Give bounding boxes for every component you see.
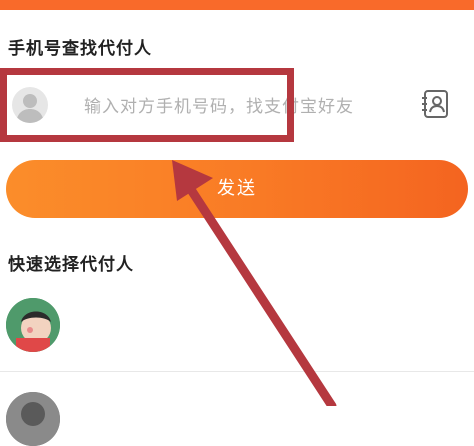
annotation-arrow: [172, 160, 337, 406]
